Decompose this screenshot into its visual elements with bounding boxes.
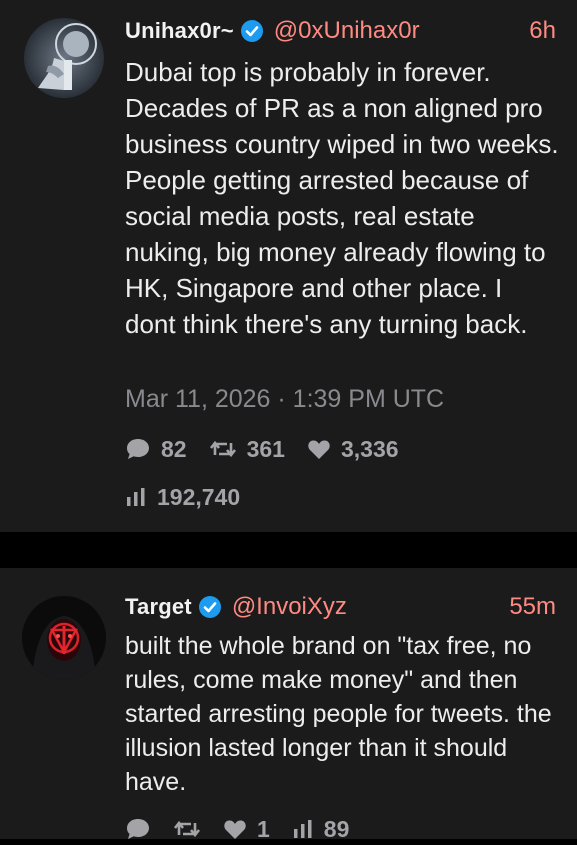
post-card[interactable]: Target @InvoiXyz 55m built the whole bra…: [0, 568, 577, 842]
like-button[interactable]: 3,336: [307, 436, 399, 463]
post-timestamp[interactable]: Mar 11, 2026 · 1:39 PM UTC: [125, 385, 444, 414]
view-count: 192,740: [157, 483, 241, 510]
like-count: 1: [257, 815, 270, 842]
repost-button[interactable]: 361: [209, 436, 285, 463]
avatar[interactable]: [24, 18, 104, 98]
engagement-bar: 1 89: [125, 813, 371, 845]
user-handle[interactable]: @0xUnihax0r: [274, 17, 420, 45]
post-card[interactable]: Unihax0r~ @0xUnihax0r 6h Dubai top is pr…: [0, 0, 577, 532]
reply-button[interactable]: [125, 817, 151, 841]
reply-icon: [127, 819, 149, 839]
post-header: Target @InvoiXyz 55m: [125, 590, 556, 624]
post-header: Unihax0r~ @0xUnihax0r 6h: [125, 14, 556, 48]
repost-count: 361: [246, 435, 285, 462]
display-name[interactable]: Target: [125, 594, 192, 620]
views-button[interactable]: 89: [292, 815, 350, 843]
heart-icon: [308, 440, 330, 459]
reply-icon: [127, 439, 149, 459]
repost-icon: [173, 820, 201, 838]
like-count: 3,336: [340, 435, 399, 462]
views-bar: 192,740: [125, 481, 262, 513]
views-button[interactable]: 192,740: [125, 484, 240, 511]
post-time[interactable]: 55m: [509, 593, 556, 621]
post-time[interactable]: 6h: [529, 17, 556, 45]
repost-icon: [209, 440, 236, 458]
post-text: Dubai top is probably in forever. Decade…: [125, 57, 559, 339]
reply-count: 82: [161, 435, 187, 462]
engagement-bar: 82 361 3,336: [125, 433, 421, 465]
reply-button[interactable]: 82: [125, 436, 187, 463]
post-text: built the whole brand on "tax free, no r…: [125, 632, 552, 796]
display-name[interactable]: Unihax0r~: [125, 18, 234, 44]
heart-icon: [224, 820, 246, 839]
verified-badge-icon: [198, 595, 222, 619]
verified-badge-icon: [240, 19, 264, 43]
avatar[interactable]: [22, 596, 106, 680]
bar-chart-icon: [293, 820, 312, 838]
user-handle[interactable]: @InvoiXyz: [232, 593, 347, 621]
bar-chart-icon: [127, 488, 145, 506]
repost-button[interactable]: [173, 817, 201, 841]
like-button[interactable]: 1: [223, 816, 270, 843]
view-count: 89: [323, 815, 350, 842]
